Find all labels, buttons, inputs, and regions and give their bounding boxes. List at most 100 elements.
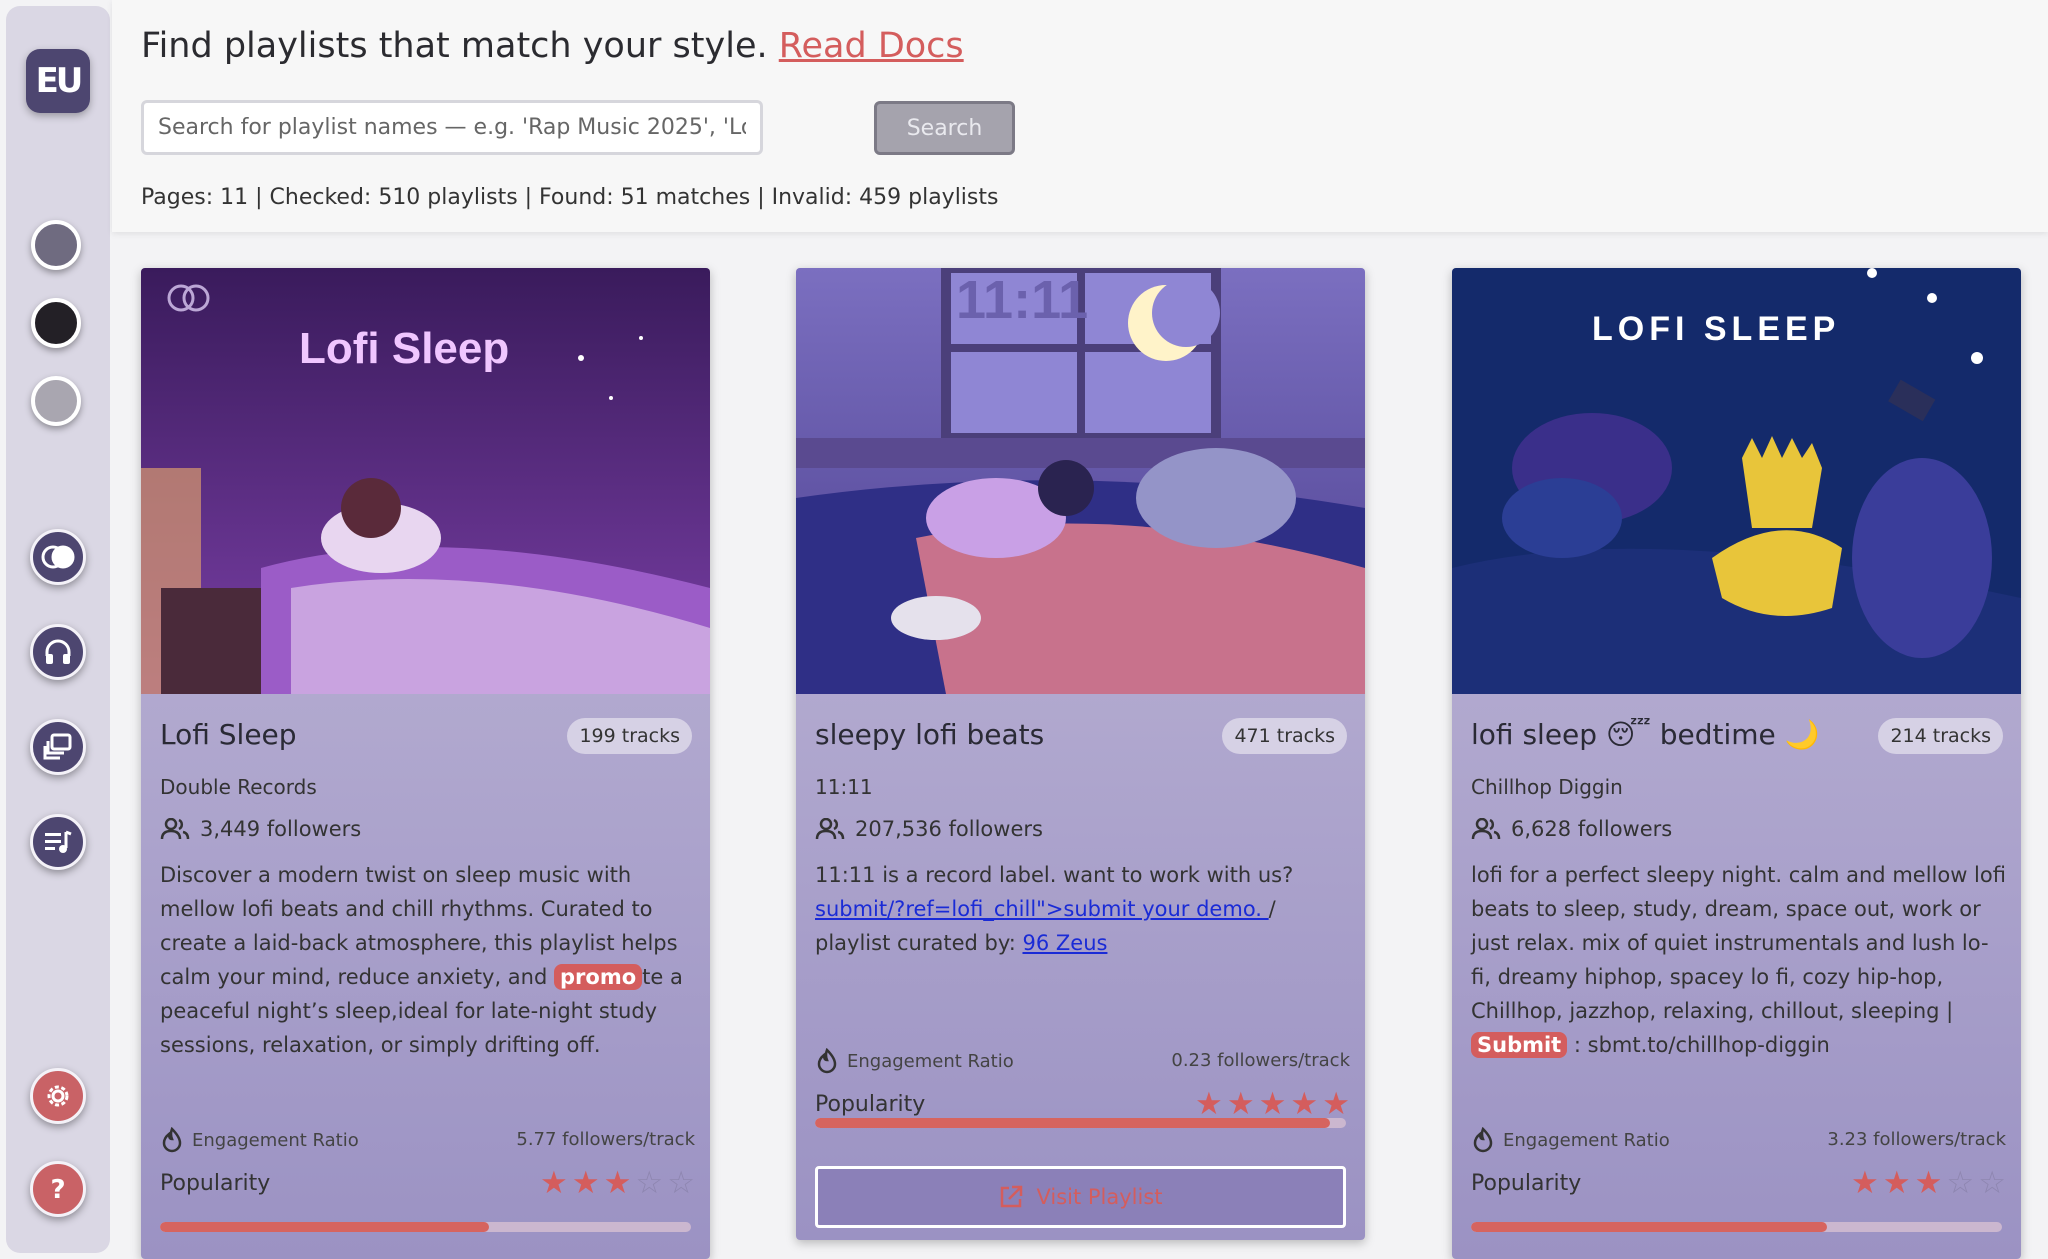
playlist-card[interactable]: Lofi Sleep Lofi Sleep 199 tracks Double …: [141, 268, 710, 1259]
playlist-description: lofi for a perfect sleepy night. calm an…: [1471, 858, 2006, 1062]
star-filled-icon: ★: [1258, 1086, 1287, 1122]
page-title: Find playlists that match your style. Re…: [141, 26, 964, 66]
star-filled-icon: ★: [1195, 1086, 1223, 1122]
followers-row: 207,536 followers: [815, 817, 1043, 841]
engagement-value: 5.77 followers/track: [516, 1129, 695, 1150]
cover-title-text: LOFI SLEEP: [1592, 310, 1840, 348]
playlist-title: sleepy lofi beats: [815, 718, 1045, 751]
visit-playlist-button[interactable]: Visit Playlist: [815, 1166, 1346, 1228]
theme-dot-silver[interactable]: [31, 376, 81, 426]
compare-button[interactable]: [30, 529, 86, 585]
star-rating: ★ ★ ★ ★ ★: [1195, 1087, 1350, 1121]
description-line: 11:11 is a record label. want to work wi…: [815, 863, 1294, 887]
popularity-bar-fill: [1471, 1222, 1827, 1232]
playlist-owner: Chillhop Diggin: [1471, 775, 1623, 799]
playlist-card[interactable]: 11:11 sleepy lofi beats 471 tracks 11:11…: [796, 268, 1365, 1240]
search-input[interactable]: [141, 100, 763, 155]
popularity-label: Popularity: [160, 1171, 271, 1196]
curator-link[interactable]: 96 Zeus: [1022, 931, 1107, 955]
visit-playlist-label: Visit Playlist: [1036, 1185, 1163, 1209]
flame-icon: [817, 1048, 837, 1074]
star-empty-icon: ☆: [1978, 1165, 2006, 1201]
star-filled-icon: ★: [1226, 1086, 1255, 1122]
star-rating: ★ ★ ★ ☆ ☆: [540, 1166, 695, 1200]
popularity-bar: [160, 1222, 691, 1232]
headphones-button[interactable]: [30, 624, 86, 680]
star-filled-icon: ★: [1290, 1086, 1319, 1122]
engagement-row: Engagement Ratio 5.77 followers/track: [160, 1123, 695, 1155]
sidebar: EU ?: [6, 6, 110, 1253]
engagement-value: 3.23 followers/track: [1827, 1129, 2006, 1150]
engagement-row: Engagement Ratio 3.23 followers/track: [1471, 1123, 2006, 1155]
playlist-card[interactable]: LOFI SLEEP lofi sleep 😴 bedtime 🌙 214 tr…: [1452, 268, 2021, 1259]
description-text: lofi for a perfect sleepy night. calm an…: [1471, 863, 2006, 1023]
compare-icon: [41, 545, 75, 569]
followers-count: 3,449 followers: [200, 817, 362, 841]
cover-title-text: Lofi Sleep: [299, 324, 509, 373]
popularity-bar: [815, 1118, 1346, 1128]
flame-icon: [162, 1127, 182, 1153]
settings-button[interactable]: [30, 1068, 86, 1124]
curator-label: playlist curated by:: [815, 931, 1023, 955]
external-link-icon: [1001, 1185, 1023, 1208]
track-count-badge: 214 tracks: [1878, 718, 2003, 754]
settings-icon: [47, 1085, 69, 1107]
users-icon: [815, 818, 845, 840]
users-icon: [1471, 818, 1501, 840]
star-filled-icon: ★: [571, 1165, 600, 1201]
star-filled-icon: ★: [603, 1165, 632, 1201]
playlist-title: lofi sleep 😴 bedtime 🌙: [1471, 718, 1820, 751]
playlist-button[interactable]: [30, 814, 86, 870]
help-button[interactable]: ?: [30, 1161, 86, 1217]
highlight-keyword: promo: [554, 964, 643, 990]
svg-text:?: ?: [50, 1175, 65, 1205]
star-filled-icon: ★: [1914, 1165, 1943, 1201]
star-empty-icon: ☆: [635, 1165, 664, 1201]
playlist-title: Lofi Sleep: [160, 718, 297, 751]
library-button[interactable]: [30, 719, 86, 775]
popularity-bar-fill: [815, 1118, 1331, 1128]
help-icon: ?: [50, 1175, 65, 1205]
followers-row: 3,449 followers: [160, 817, 361, 841]
headphones-icon: [45, 639, 71, 664]
playlist-cover-image: Lofi Sleep: [141, 268, 710, 694]
engagement-row: Engagement Ratio 0.23 followers/track: [815, 1044, 1350, 1076]
engagement-label: Engagement Ratio: [1503, 1129, 1670, 1151]
playlist-cover-image: LOFI SLEEP: [1452, 268, 2021, 694]
search-stats: Pages: 11 | Checked: 510 playlists | Fou…: [141, 185, 999, 210]
popularity-row: Popularity ★ ★ ★ ☆ ☆: [1471, 1166, 2006, 1202]
popularity-bar: [1471, 1222, 2002, 1232]
read-docs-link[interactable]: Read Docs: [779, 26, 964, 66]
popularity-label: Popularity: [1471, 1171, 1582, 1196]
page-title-text: Find playlists that match your style.: [141, 26, 768, 66]
track-count-badge: 199 tracks: [567, 718, 692, 754]
star-filled-icon: ★: [540, 1165, 568, 1201]
star-empty-icon: ☆: [667, 1165, 695, 1201]
playlist-owner: Double Records: [160, 775, 317, 799]
star-rating: ★ ★ ★ ☆ ☆: [1851, 1166, 2006, 1200]
engagement-label: Engagement Ratio: [847, 1050, 1014, 1072]
playlist-owner: 11:11: [815, 775, 873, 799]
submit-demo-link[interactable]: submit/?ref=lofi_chill">submit your demo…: [815, 897, 1269, 921]
followers-count: 207,536 followers: [855, 817, 1043, 841]
theme-dot-black[interactable]: [31, 298, 81, 348]
engagement-value: 0.23 followers/track: [1171, 1050, 1350, 1071]
flame-icon: [1473, 1127, 1493, 1153]
followers-row: 6,628 followers: [1471, 817, 1672, 841]
star-filled-icon: ★: [1851, 1165, 1879, 1201]
popularity-label: Popularity: [815, 1092, 926, 1117]
star-empty-icon: ☆: [1946, 1165, 1975, 1201]
popularity-bar-fill: [160, 1222, 490, 1232]
header: Find playlists that match your style. Re…: [112, 0, 2048, 232]
star-filled-icon: ★: [1322, 1086, 1350, 1122]
theme-dot-gray[interactable]: [31, 220, 81, 270]
track-count-badge: 471 tracks: [1222, 718, 1347, 754]
cover-clock-text: 11:11: [956, 270, 1088, 330]
highlight-keyword: Submit: [1471, 1032, 1568, 1058]
app-logo[interactable]: EU: [26, 49, 90, 113]
search-button[interactable]: Search: [874, 101, 1015, 155]
engagement-label: Engagement Ratio: [192, 1129, 359, 1151]
description-text-end: : sbmt.to/chillhop-diggin: [1567, 1033, 1830, 1057]
playlist-description: 11:11 is a record label. want to work wi…: [815, 858, 1350, 960]
followers-count: 6,628 followers: [1511, 817, 1673, 841]
